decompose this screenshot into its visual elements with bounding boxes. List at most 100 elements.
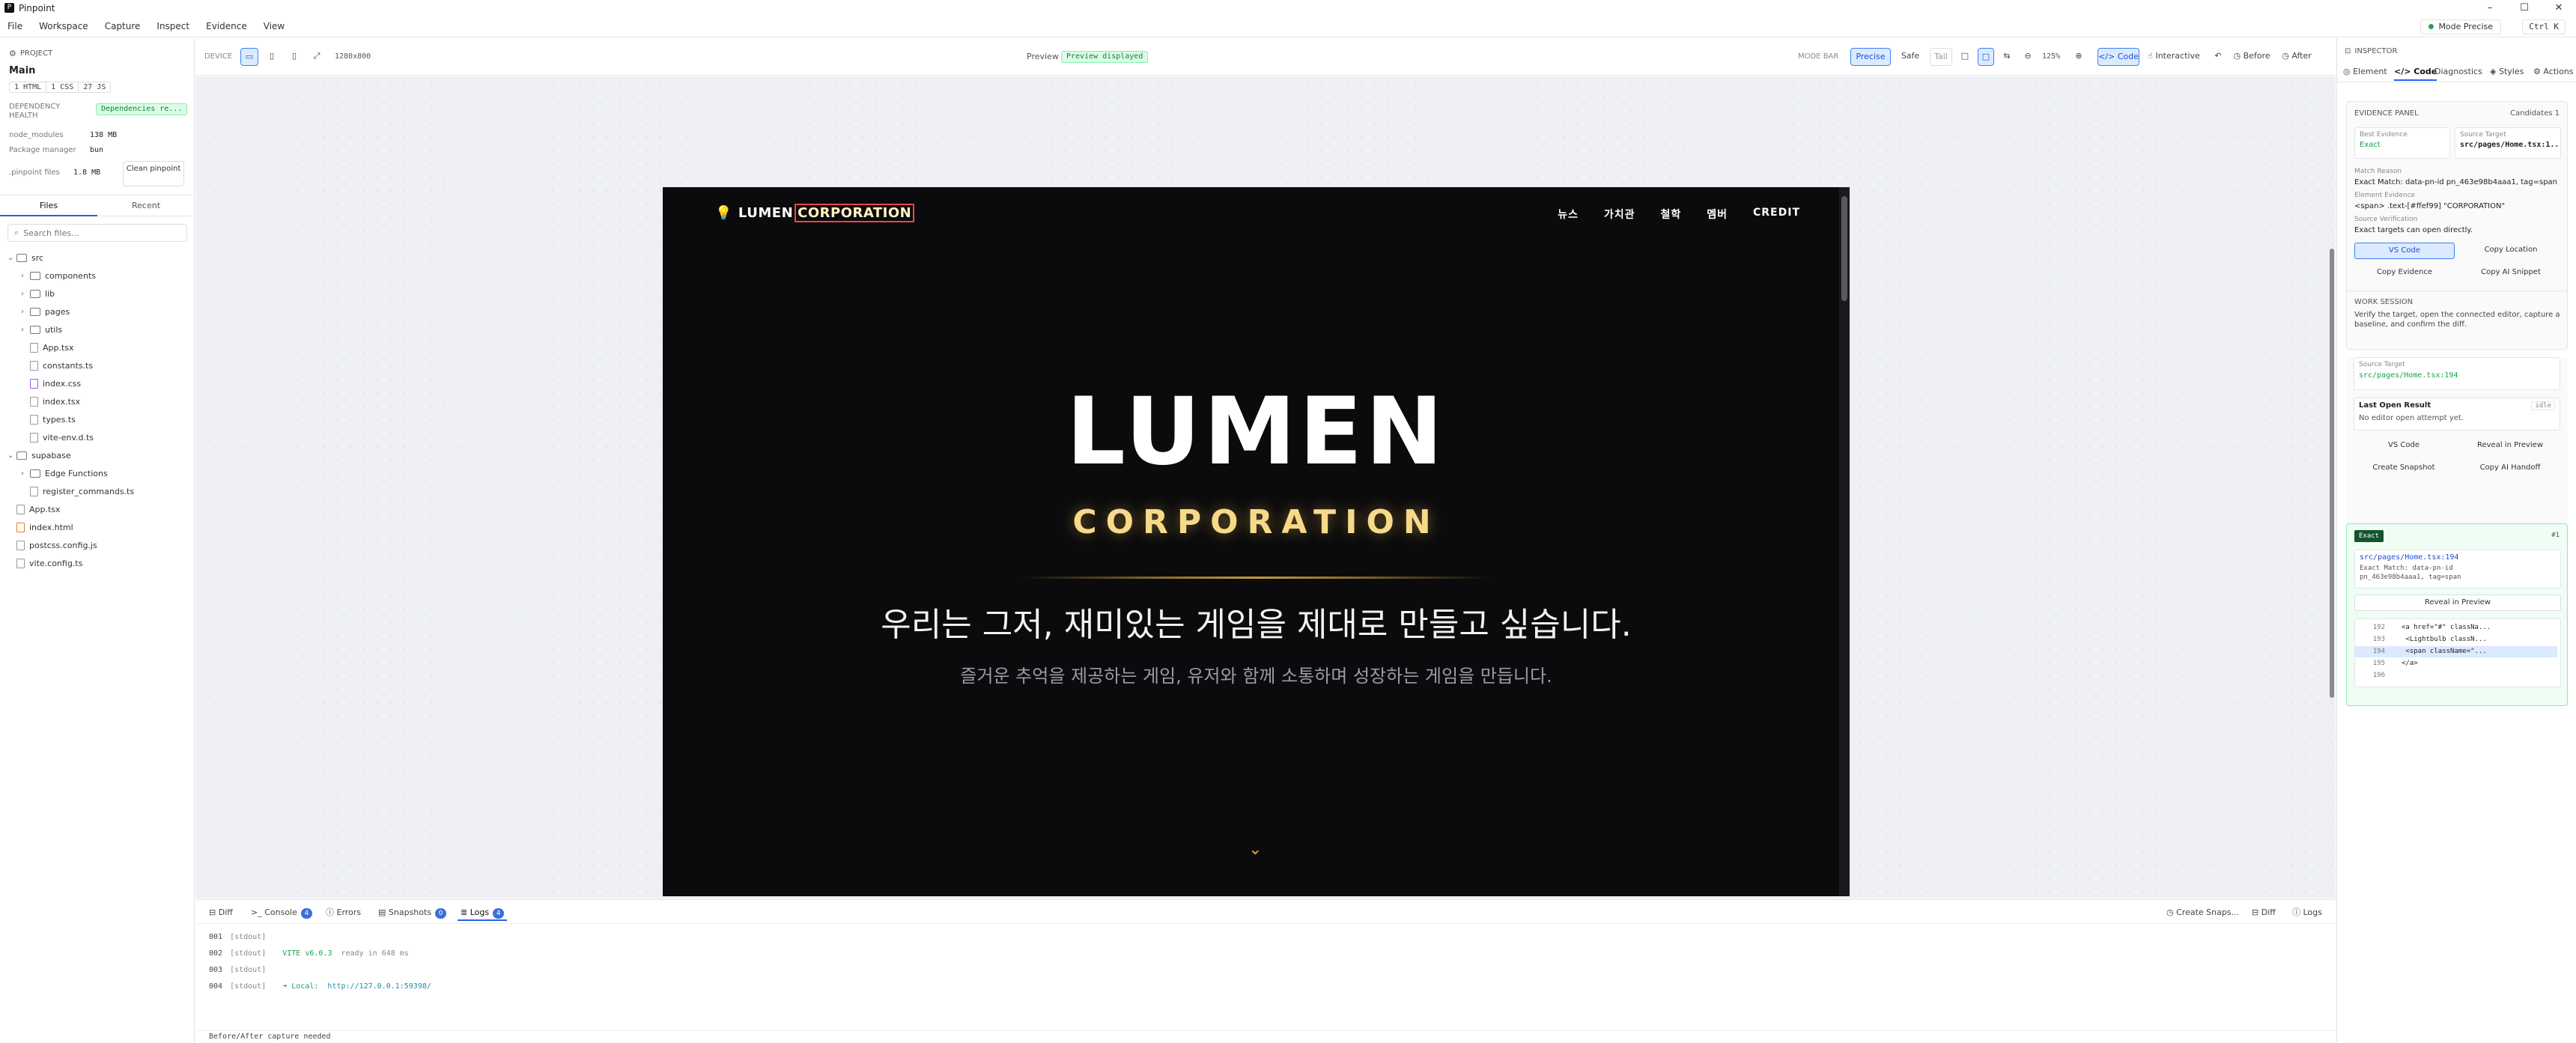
copy-evidence-button[interactable]: Copy Evidence bbox=[2354, 265, 2455, 282]
package-manager-value: bun bbox=[90, 146, 104, 154]
tree-folder[interactable]: › utils bbox=[0, 320, 62, 338]
tab-diff[interactable]: ⊟ Diff bbox=[209, 904, 233, 921]
candidate-card[interactable]: Exact #1 src/pages/Home.tsx:194 Exact Ma… bbox=[2346, 523, 2568, 706]
site-scrollbar[interactable] bbox=[1839, 187, 1850, 896]
clean-pinpoint-button[interactable]: Clean pinpoint bbox=[123, 161, 184, 186]
menu-file[interactable]: File bbox=[7, 21, 22, 31]
folder-icon bbox=[30, 271, 40, 280]
tab-element[interactable]: ◎ Element bbox=[2343, 67, 2387, 76]
ws-vscode-button[interactable]: VS Code bbox=[2354, 438, 2454, 454]
mobile-device-button[interactable]: ▯ bbox=[285, 48, 303, 66]
site-nav-values[interactable]: 가치관 bbox=[1604, 207, 1635, 222]
code-line-text: <span className="... bbox=[2402, 648, 2487, 655]
tree-file[interactable]: index.tsx bbox=[0, 392, 80, 410]
tree-file[interactable]: index.css bbox=[0, 374, 81, 392]
swap-button[interactable]: ⇆ bbox=[1999, 48, 2015, 66]
tail-button[interactable]: Tail bbox=[1930, 48, 1952, 66]
tab-errors[interactable]: ⓘ Errors bbox=[326, 904, 361, 921]
menu-workspace[interactable]: Workspace bbox=[39, 21, 88, 31]
menu-evidence[interactable]: Evidence bbox=[206, 21, 247, 31]
tree-folder[interactable]: › Edge Functions bbox=[0, 464, 108, 482]
bottom-tabs: ⊟ Diff >_ Console 4 ⓘ Errors ▤ Snapshots 0… bbox=[195, 900, 2336, 924]
site-nav-philosophy[interactable]: 철학 bbox=[1660, 207, 1681, 222]
site-nav: 뉴스 가치관 철학 멤버 CREDIT bbox=[1558, 207, 1800, 222]
pinpoint-files-label: .pinpoint files bbox=[9, 168, 60, 177]
tab-actions[interactable]: ⚙ Actions bbox=[2533, 67, 2574, 76]
command-palette-shortcut[interactable]: Ctrl K bbox=[2522, 19, 2566, 34]
file-icon bbox=[30, 432, 38, 443]
zoom-in-button[interactable]: ⊕ bbox=[2071, 48, 2087, 66]
menu-view[interactable]: View bbox=[264, 21, 285, 31]
site-nav-news[interactable]: 뉴스 bbox=[1558, 207, 1579, 222]
tree-file[interactable]: constants.ts bbox=[0, 356, 93, 374]
tree-file[interactable]: index.html bbox=[0, 518, 73, 536]
tree-folder[interactable]: ⌄ supabase bbox=[0, 446, 71, 464]
copy-ai-snippet-button[interactable]: Copy AI Snippet bbox=[2461, 265, 2561, 282]
close-button[interactable]: ✕ bbox=[2542, 0, 2576, 16]
canvas-scrollbar-thumb[interactable] bbox=[2330, 249, 2334, 698]
interactive-button[interactable]: ☝ Interactive bbox=[2144, 48, 2204, 66]
code-toggle-button[interactable]: </> Code bbox=[2097, 48, 2139, 66]
zoom-out-button[interactable]: ⊖ bbox=[2020, 48, 2036, 66]
site-scrollbar-thumb[interactable] bbox=[1841, 196, 1847, 301]
inspector-icon: ⊡ bbox=[2345, 47, 2351, 55]
tab-element-label: Element bbox=[2353, 67, 2387, 76]
open-vscode-button[interactable]: VS Code bbox=[2354, 243, 2455, 259]
site-nav-members[interactable]: 멤버 bbox=[1707, 207, 1728, 222]
tree-file[interactable]: App.tsx bbox=[0, 500, 61, 518]
tab-diagnostics[interactable]: Diagnostics bbox=[2434, 67, 2482, 76]
tab-snapshots[interactable]: ▤ Snapshots 0 bbox=[378, 904, 447, 921]
code-line-number: 195 bbox=[2372, 660, 2385, 667]
tree-file[interactable]: vite.config.ts bbox=[0, 554, 82, 572]
tab-logs[interactable]: ≣ Logs 4 bbox=[458, 904, 508, 921]
file-search-input[interactable] bbox=[23, 228, 174, 238]
scroll-down-chevron-icon[interactable]: ⌄ bbox=[1248, 840, 1262, 859]
outline-toggle[interactable]: □ bbox=[1957, 48, 1973, 66]
maximize-button[interactable]: ☐ bbox=[2507, 0, 2542, 16]
tree-file[interactable]: postcss.config.js bbox=[0, 536, 97, 554]
tablet-device-button[interactable]: ▯ bbox=[263, 48, 281, 66]
tree-file[interactable]: types.ts bbox=[0, 410, 76, 428]
menu-capture[interactable]: Capture bbox=[105, 21, 141, 31]
site-brand-link[interactable]: 💡 LUMEN CORPORATION bbox=[715, 204, 915, 222]
tree-item-label: utils bbox=[45, 324, 63, 335]
preview-canvas[interactable]: 💡 LUMEN CORPORATION 뉴스 가치관 철학 멤버 CREDIT … bbox=[195, 76, 2336, 898]
candidate-reveal-button[interactable]: Reveal in Preview bbox=[2354, 595, 2561, 611]
tab-code[interactable]: </> Code bbox=[2394, 67, 2437, 81]
tree-folder[interactable]: › components bbox=[0, 267, 96, 285]
logs-shortcut-button[interactable]: ⓘ Logs bbox=[2292, 904, 2322, 921]
diff-shortcut-button[interactable]: ⊟ Diff bbox=[2252, 904, 2276, 921]
safe-mode-button[interactable]: Safe bbox=[1895, 48, 1925, 66]
select-toggle[interactable]: □ bbox=[1978, 48, 1994, 66]
create-snapshot-inspector-button[interactable]: Create Snapshot bbox=[2354, 460, 2454, 477]
copy-location-button[interactable]: Copy Location bbox=[2461, 243, 2561, 259]
reveal-in-preview-button[interactable]: Reveal in Preview bbox=[2460, 438, 2560, 454]
tree-folder[interactable]: › pages bbox=[0, 302, 70, 320]
brand-corporation-highlighted[interactable]: CORPORATION bbox=[795, 204, 915, 222]
tab-files[interactable]: Files bbox=[0, 195, 97, 216]
copy-ai-handoff-button[interactable]: Copy AI Handoff bbox=[2460, 460, 2560, 477]
create-snapshot-button[interactable]: ◷ Create Snaps... bbox=[2166, 904, 2239, 921]
mode-indicator[interactable]: Mode Precise bbox=[2420, 19, 2501, 34]
file-search-box[interactable]: ⌕ bbox=[7, 224, 187, 242]
tab-recent[interactable]: Recent bbox=[97, 195, 195, 216]
tree-folder[interactable]: › lib bbox=[0, 285, 55, 302]
canvas-scrollbar[interactable] bbox=[2328, 76, 2336, 898]
undo-button[interactable]: ↶ bbox=[2210, 48, 2226, 66]
site-preview[interactable]: 💡 LUMEN CORPORATION 뉴스 가치관 철학 멤버 CREDIT … bbox=[663, 187, 1850, 896]
desktop-device-button[interactable]: ▭ bbox=[240, 48, 258, 66]
tree-file[interactable]: App.tsx bbox=[0, 338, 74, 356]
minimize-button[interactable]: – bbox=[2473, 0, 2507, 16]
tree-file[interactable]: vite-env.d.ts bbox=[0, 428, 94, 446]
fit-button[interactable]: ⤢ bbox=[308, 48, 326, 66]
precise-mode-button[interactable]: Precise bbox=[1850, 48, 1891, 66]
tab-console[interactable]: >_ Console 4 bbox=[251, 904, 312, 921]
site-nav-credit[interactable]: CREDIT bbox=[1753, 207, 1800, 222]
menu-inspect[interactable]: Inspect bbox=[157, 21, 189, 31]
before-button[interactable]: ◷ Before bbox=[2231, 48, 2273, 66]
tree-folder[interactable]: ⌄ src bbox=[0, 249, 43, 267]
tab-styles[interactable]: ◈ Styles bbox=[2490, 67, 2524, 76]
after-button[interactable]: ◷ After bbox=[2277, 48, 2316, 66]
tree-file[interactable]: register_commands.ts bbox=[0, 482, 134, 500]
log-line-number: 004 bbox=[209, 982, 223, 991]
